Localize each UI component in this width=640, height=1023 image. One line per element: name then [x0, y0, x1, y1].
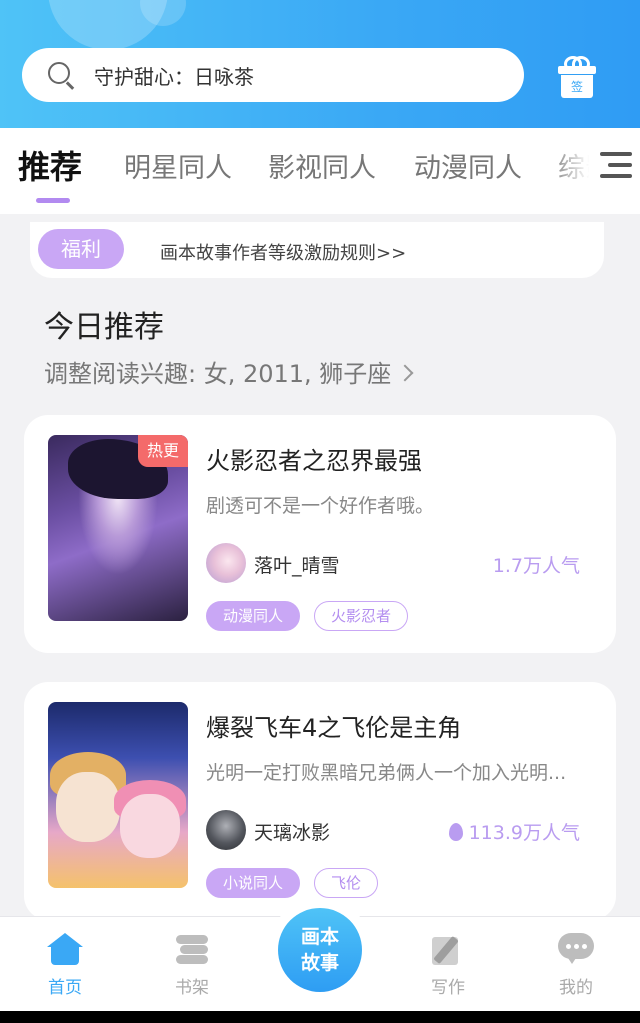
section-title: 今日推荐 — [44, 310, 164, 345]
nav-bookshelf[interactable]: 书架 — [157, 933, 227, 998]
menu-icon[interactable] — [600, 150, 632, 182]
author-name[interactable]: 落叶_晴雪 — [254, 551, 340, 578]
book-card[interactable]: 热更 火影忍者之忍界最强 剧透可不是一个好作者哦。 落叶_晴雪 1.7万人气 动… — [24, 415, 616, 653]
popularity-count: 1.7万人气 — [492, 555, 580, 577]
nav-bookshelf-label: 书架 — [175, 978, 209, 998]
search-placeholder: 守护甜心：日咏茶 — [94, 64, 254, 89]
home-icon — [47, 933, 83, 965]
book-cover[interactable] — [48, 702, 188, 888]
tab-celebrity-fanfic[interactable]: 明星同人 — [124, 146, 232, 185]
tab-recommend[interactable]: 推荐 — [18, 142, 82, 188]
system-bar — [0, 1011, 640, 1023]
search-bar[interactable]: 守护甜心：日咏茶 — [22, 48, 524, 102]
category-tabs: 推荐 明星同人 影视同人 动漫同人 综影 — [0, 128, 640, 214]
book-desc: 剧透可不是一个好作者哦。 — [206, 495, 435, 517]
hot-badge: 热更 — [138, 435, 188, 467]
flame-icon — [448, 823, 463, 841]
popularity-count: 113.9万人气 — [448, 818, 580, 845]
top-header: 守护甜心：日咏茶 签 — [0, 0, 640, 128]
search-icon — [46, 60, 76, 90]
nav-home-label: 首页 — [48, 978, 82, 998]
tab-anime-fanfic[interactable]: 动漫同人 — [414, 146, 522, 185]
chat-icon — [558, 933, 594, 965]
chevron-right-icon — [396, 364, 414, 382]
book-cover[interactable]: 热更 — [48, 435, 188, 621]
active-tab-indicator — [36, 198, 70, 203]
checkin-label: 签 — [561, 75, 593, 98]
welfare-tag: 福利 — [38, 229, 124, 269]
center-label-line1: 画本 — [300, 926, 339, 948]
reading-interest-link[interactable]: 调整阅读兴趣: 女, 2011, 狮子座 — [44, 354, 414, 389]
book-title[interactable]: 火影忍者之忍界最强 — [206, 441, 422, 476]
book-title[interactable]: 爆裂飞车4之飞伦是主角 — [206, 708, 461, 743]
welfare-notice[interactable]: 福利 画本故事作者等级激励规则>> — [30, 222, 604, 278]
nav-write-label: 写作 — [431, 978, 465, 998]
topic-tag[interactable]: 飞伦 — [314, 868, 379, 898]
write-icon — [430, 933, 466, 965]
book-desc: 光明一定打败黑暗兄弟俩人一个加入光明... — [206, 762, 567, 784]
avatar[interactable] — [206, 810, 246, 850]
nav-mine-label: 我的 — [559, 978, 593, 998]
genre-tag[interactable]: 动漫同人 — [206, 601, 301, 631]
genre-tag[interactable]: 小说同人 — [206, 868, 301, 898]
story-center-button[interactable]: 画本 故事 — [278, 908, 362, 992]
center-label-line2: 故事 — [300, 952, 339, 974]
topic-tag[interactable]: 火影忍者 — [314, 601, 409, 631]
bookshelf-icon — [174, 933, 210, 965]
avatar[interactable] — [206, 543, 246, 583]
reading-interest-text: 调整阅读兴趣: 女, 2011, 狮子座 — [44, 360, 392, 388]
nav-mine[interactable]: 我的 — [541, 933, 611, 998]
tab-film-fanfic[interactable]: 影视同人 — [268, 146, 376, 185]
book-card[interactable]: 爆裂飞车4之飞伦是主角 光明一定打败黑暗兄弟俩人一个加入光明... 天璃冰影 1… — [24, 682, 616, 920]
nav-write[interactable]: 写作 — [413, 933, 483, 998]
nav-home[interactable]: 首页 — [30, 933, 100, 998]
checkin-button[interactable]: 签 — [558, 56, 596, 98]
notice-text[interactable]: 画本故事作者等级激励规则>> — [160, 239, 406, 265]
author-name[interactable]: 天璃冰影 — [254, 818, 330, 845]
